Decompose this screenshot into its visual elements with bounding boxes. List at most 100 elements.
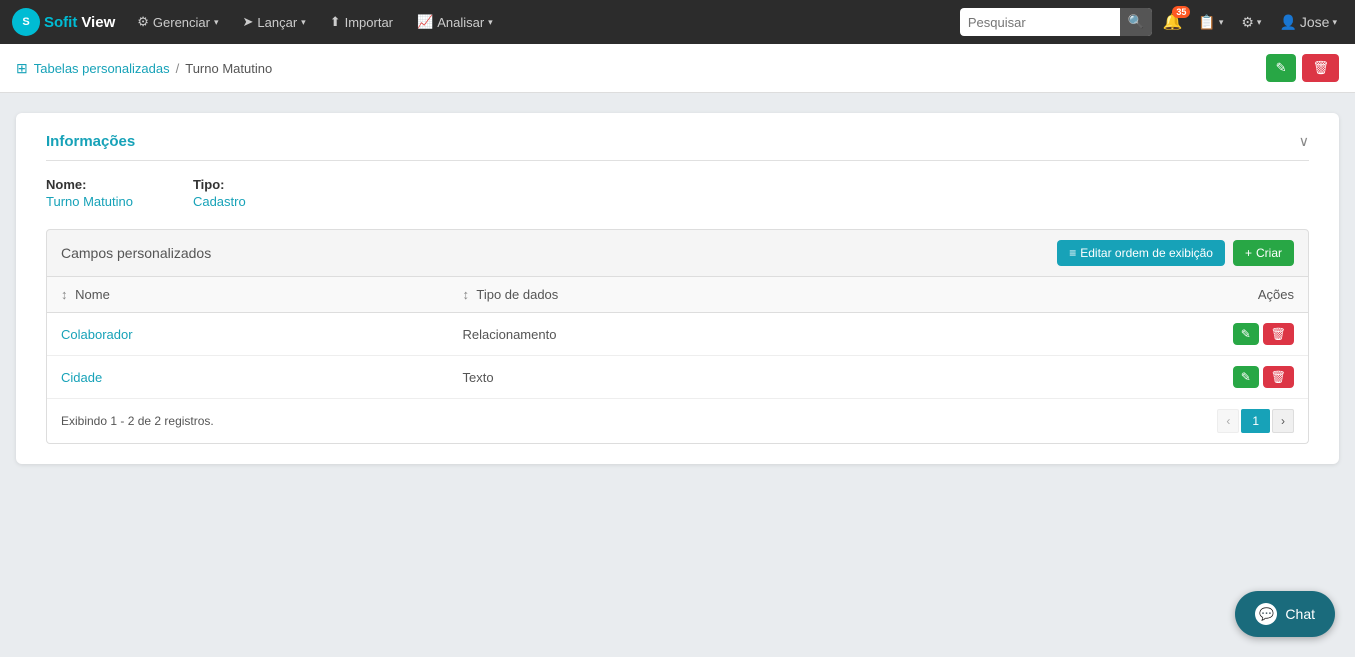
info-section-title: Informações: [46, 133, 135, 150]
col-nome-label: Nome: [75, 287, 110, 302]
breadcrumb: ⊞ Tabelas personalizadas / Turno Matutin…: [16, 60, 272, 77]
pagination-next[interactable]: ›: [1272, 409, 1294, 433]
nav-gerenciar-label: Gerenciar: [153, 15, 210, 30]
nav-importar[interactable]: ⬆ Importar: [320, 8, 403, 36]
brand-logo: S: [12, 8, 40, 36]
col-nome: ↕ Nome: [47, 277, 448, 313]
arrow-icon: ➤: [243, 14, 254, 30]
table-icon: ⊞: [16, 60, 28, 77]
row-nome-link[interactable]: Cidade: [61, 370, 102, 385]
table-row: Cidade Texto ✎ 🗑: [47, 356, 1308, 399]
breadcrumb-separator: /: [176, 61, 180, 76]
chevron-down-icon: ▾: [1257, 17, 1262, 28]
cell-nome: Cidade: [47, 356, 448, 399]
info-field-tipo: Tipo: Cadastro: [193, 177, 246, 209]
chat-icon: 💬: [1255, 603, 1277, 625]
col-tipo: ↕ Tipo de dados: [448, 277, 947, 313]
sort-tipo-icon[interactable]: ↕: [462, 287, 469, 302]
main-content: Informações ∨ Nome: Turno Matutino Tipo:…: [0, 93, 1355, 484]
nav-gerenciar[interactable]: ⚙ Gerenciar ▾: [127, 8, 228, 36]
info-section-header: Informações ∨: [46, 133, 1309, 161]
campos-table: ↕ Nome ↕ Tipo de dados Ações: [47, 277, 1308, 398]
plus-icon: +: [1245, 246, 1252, 260]
info-fields: Nome: Turno Matutino Tipo: Cadastro: [46, 177, 1309, 209]
brand: S Sofit View: [12, 8, 115, 36]
row-action-group: ✎ 🗑: [962, 323, 1294, 345]
info-value-nome: Turno Matutino: [46, 194, 133, 209]
cell-tipo: Relacionamento: [448, 313, 947, 356]
cell-tipo: Texto: [448, 356, 947, 399]
notifications-badge: 35: [1172, 6, 1190, 18]
row-action-group: ✎ 🗑: [962, 366, 1294, 388]
table-header-row: ↕ Nome ↕ Tipo de dados Ações: [47, 277, 1308, 313]
campos-title: Campos personalizados: [61, 245, 211, 261]
col-acoes-label: Ações: [1258, 287, 1294, 302]
nav-analisar-label: Analisar: [437, 15, 484, 30]
breadcrumb-actions: ✎ 🗑: [1266, 54, 1339, 82]
row-edit-button[interactable]: ✎: [1233, 366, 1259, 388]
navbar-right: 🔍 🔔 35 📋 ▾ ⚙ ▾ 👤 Jose ▾: [960, 8, 1343, 36]
nav-importar-label: Importar: [345, 15, 393, 30]
pagination-prev[interactable]: ‹: [1217, 409, 1239, 433]
breadcrumb-current: Turno Matutino: [185, 61, 272, 76]
create-field-label: Criar: [1256, 246, 1282, 260]
info-card: Informações ∨ Nome: Turno Matutino Tipo:…: [16, 113, 1339, 464]
nav-lancar-label: Lançar: [257, 15, 297, 30]
pagination: ‹ 1 ›: [1217, 409, 1294, 433]
cell-acoes: ✎ 🗑: [948, 313, 1308, 356]
col-acoes: Ações: [948, 277, 1308, 313]
edit-record-button[interactable]: ✎: [1266, 54, 1297, 82]
navbar: S Sofit View ⚙ Gerenciar ▾ ➤ Lançar ▾ ⬆ …: [0, 0, 1355, 44]
user-name: Jose: [1300, 14, 1330, 30]
chevron-down-icon: ▾: [488, 17, 493, 28]
cell-acoes: ✎ 🗑: [948, 356, 1308, 399]
info-toggle-button[interactable]: ∨: [1299, 133, 1309, 150]
table-body: Colaborador Relacionamento ✎ 🗑 Cidade Te…: [47, 313, 1308, 399]
list-icon: ≡: [1069, 246, 1076, 260]
pagination-current: 1: [1241, 409, 1270, 433]
brand-logo-text: S: [22, 16, 29, 28]
documents-button[interactable]: 📋 ▾: [1192, 10, 1229, 35]
info-field-nome: Nome: Turno Matutino: [46, 177, 133, 209]
brand-sofit: Sofit: [44, 14, 77, 31]
records-count: Exibindo 1 - 2 de 2 registros.: [61, 414, 214, 428]
gear-icon: ⚙: [137, 14, 149, 30]
brand-view: View: [81, 14, 115, 31]
chevron-down-icon: ▾: [301, 17, 306, 28]
chat-button[interactable]: 💬 Chat: [1235, 591, 1335, 637]
delete-record-button[interactable]: 🗑: [1302, 54, 1339, 82]
row-nome-link[interactable]: Colaborador: [61, 327, 133, 342]
notifications-button[interactable]: 🔔 35: [1158, 8, 1186, 36]
row-delete-button[interactable]: 🗑: [1263, 323, 1294, 345]
chat-label: Chat: [1285, 606, 1315, 622]
edit-order-label: Editar ordem de exibição: [1080, 246, 1213, 260]
chevron-down-icon: ▾: [1219, 17, 1224, 28]
campos-table-container: ↕ Nome ↕ Tipo de dados Ações: [46, 277, 1309, 444]
table-row: Colaborador Relacionamento ✎ 🗑: [47, 313, 1308, 356]
col-tipo-label: Tipo de dados: [476, 287, 558, 302]
user-menu-button[interactable]: 👤 Jose ▾: [1273, 10, 1343, 35]
campos-actions: ≡ Editar ordem de exibição + Criar: [1057, 240, 1294, 266]
chart-icon: 📈: [417, 14, 433, 30]
row-delete-button[interactable]: 🗑: [1263, 366, 1294, 388]
campos-header: Campos personalizados ≡ Editar ordem de …: [46, 229, 1309, 277]
search-box: 🔍: [960, 8, 1153, 36]
info-label-tipo: Tipo:: [193, 177, 246, 192]
nav-lancar[interactable]: ➤ Lançar ▾: [233, 8, 316, 36]
search-input[interactable]: [960, 15, 1120, 30]
row-edit-button[interactable]: ✎: [1233, 323, 1259, 345]
edit-order-button[interactable]: ≡ Editar ordem de exibição: [1057, 240, 1225, 266]
sort-nome-icon[interactable]: ↕: [61, 287, 68, 302]
upload-icon: ⬆: [330, 14, 341, 30]
search-button[interactable]: 🔍: [1120, 8, 1153, 36]
chevron-down-icon: ▾: [1332, 17, 1337, 28]
table-footer: Exibindo 1 - 2 de 2 registros. ‹ 1 ›: [47, 398, 1308, 443]
breadcrumb-parent-link[interactable]: Tabelas personalizadas: [34, 61, 170, 76]
create-field-button[interactable]: + Criar: [1233, 240, 1294, 266]
info-label-nome: Nome:: [46, 177, 133, 192]
nav-analisar[interactable]: 📈 Analisar ▾: [407, 8, 503, 36]
info-value-tipo: Cadastro: [193, 194, 246, 209]
chevron-down-icon: ▾: [214, 17, 219, 28]
cell-nome: Colaborador: [47, 313, 448, 356]
settings-button[interactable]: ⚙ ▾: [1235, 10, 1267, 35]
